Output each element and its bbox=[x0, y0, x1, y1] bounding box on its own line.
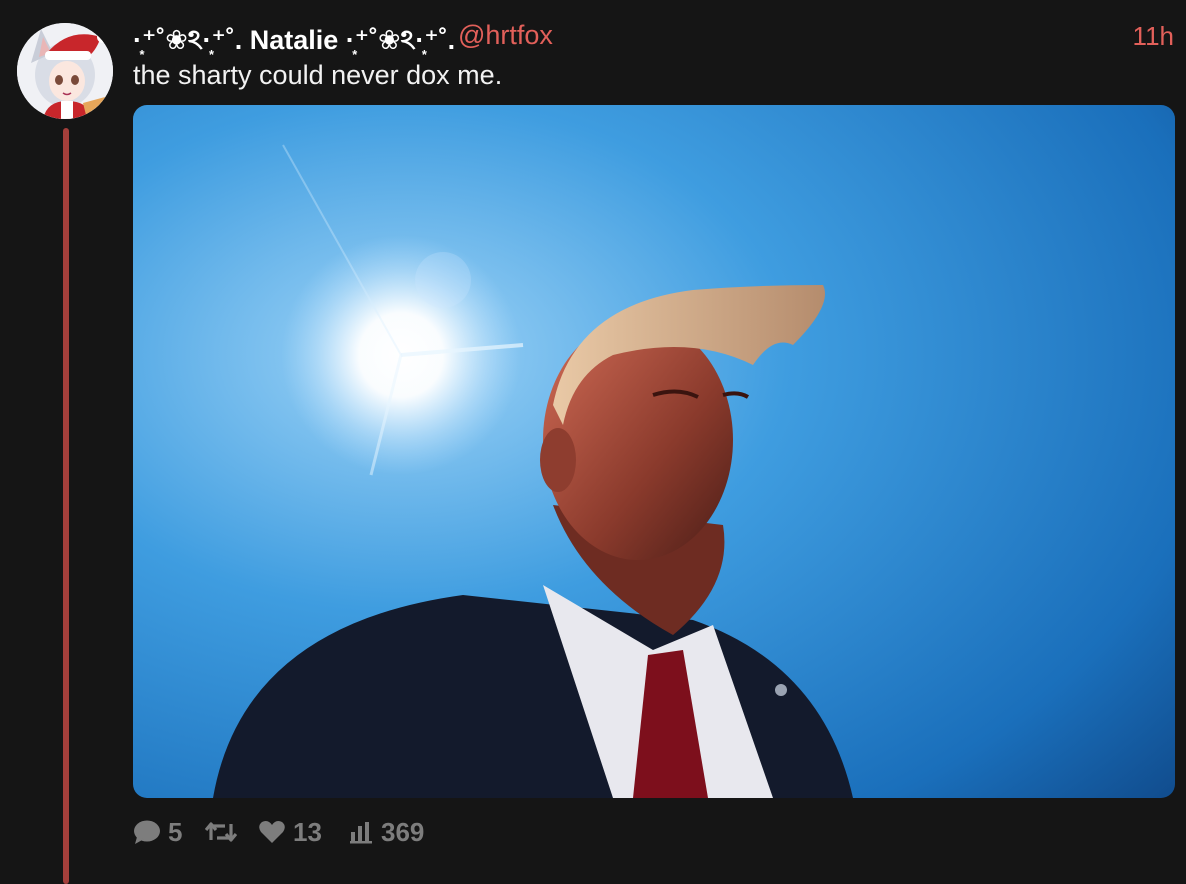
thread-line bbox=[63, 128, 69, 884]
views-icon bbox=[350, 822, 372, 844]
view-count: 369 bbox=[381, 816, 425, 847]
user-handle[interactable]: @hrtfox bbox=[458, 20, 553, 51]
avatar-image bbox=[17, 23, 113, 119]
views-button[interactable]: 369 bbox=[350, 815, 424, 849]
avatar[interactable] bbox=[17, 23, 113, 119]
post-image[interactable] bbox=[133, 105, 1175, 798]
display-name[interactable]: ·͙⁺˚❀ঽ·͙⁺˚. Natalie ·͙⁺˚❀ঽ·͙⁺˚. bbox=[133, 20, 455, 65]
reply-count: 5 bbox=[168, 816, 183, 847]
post: ·͙⁺˚❀ঽ·͙⁺˚. Natalie ·͙⁺˚❀ঽ·͙⁺˚. @hrtfox … bbox=[0, 0, 1186, 884]
like-count: 13 bbox=[293, 816, 322, 847]
repost-button[interactable] bbox=[205, 815, 237, 849]
photo bbox=[133, 105, 1175, 798]
timestamp[interactable]: 11h bbox=[1133, 21, 1174, 52]
repost-icon bbox=[205, 822, 237, 842]
post-header: ·͙⁺˚❀ঽ·͙⁺˚. Natalie ·͙⁺˚❀ঽ·͙⁺˚. @hrtfox … bbox=[133, 18, 1174, 55]
like-button[interactable]: 13 bbox=[258, 815, 322, 849]
reply-button[interactable]: 5 bbox=[133, 815, 182, 849]
like-icon bbox=[259, 821, 285, 843]
post-text: the sharty could never dox me. bbox=[133, 60, 503, 90]
reply-icon bbox=[134, 820, 160, 844]
